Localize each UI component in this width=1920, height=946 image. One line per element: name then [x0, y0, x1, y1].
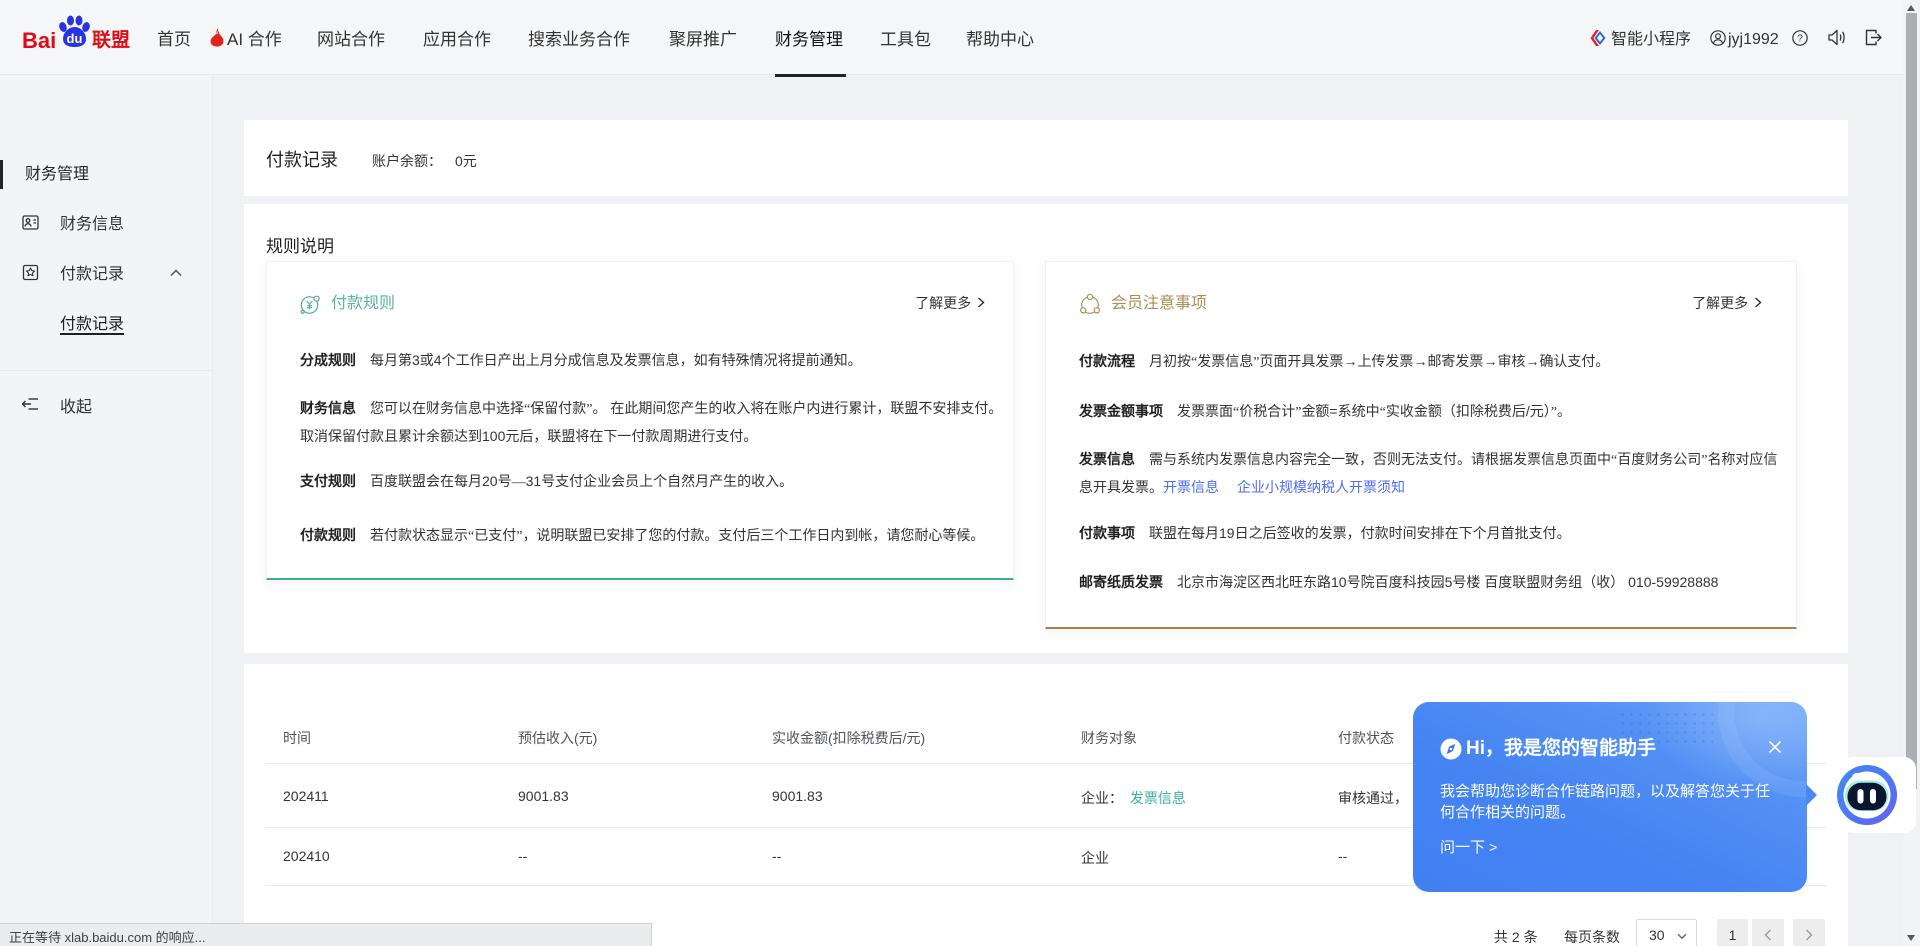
svg-text:?: ?	[1797, 33, 1803, 44]
svg-text:du: du	[67, 31, 83, 46]
